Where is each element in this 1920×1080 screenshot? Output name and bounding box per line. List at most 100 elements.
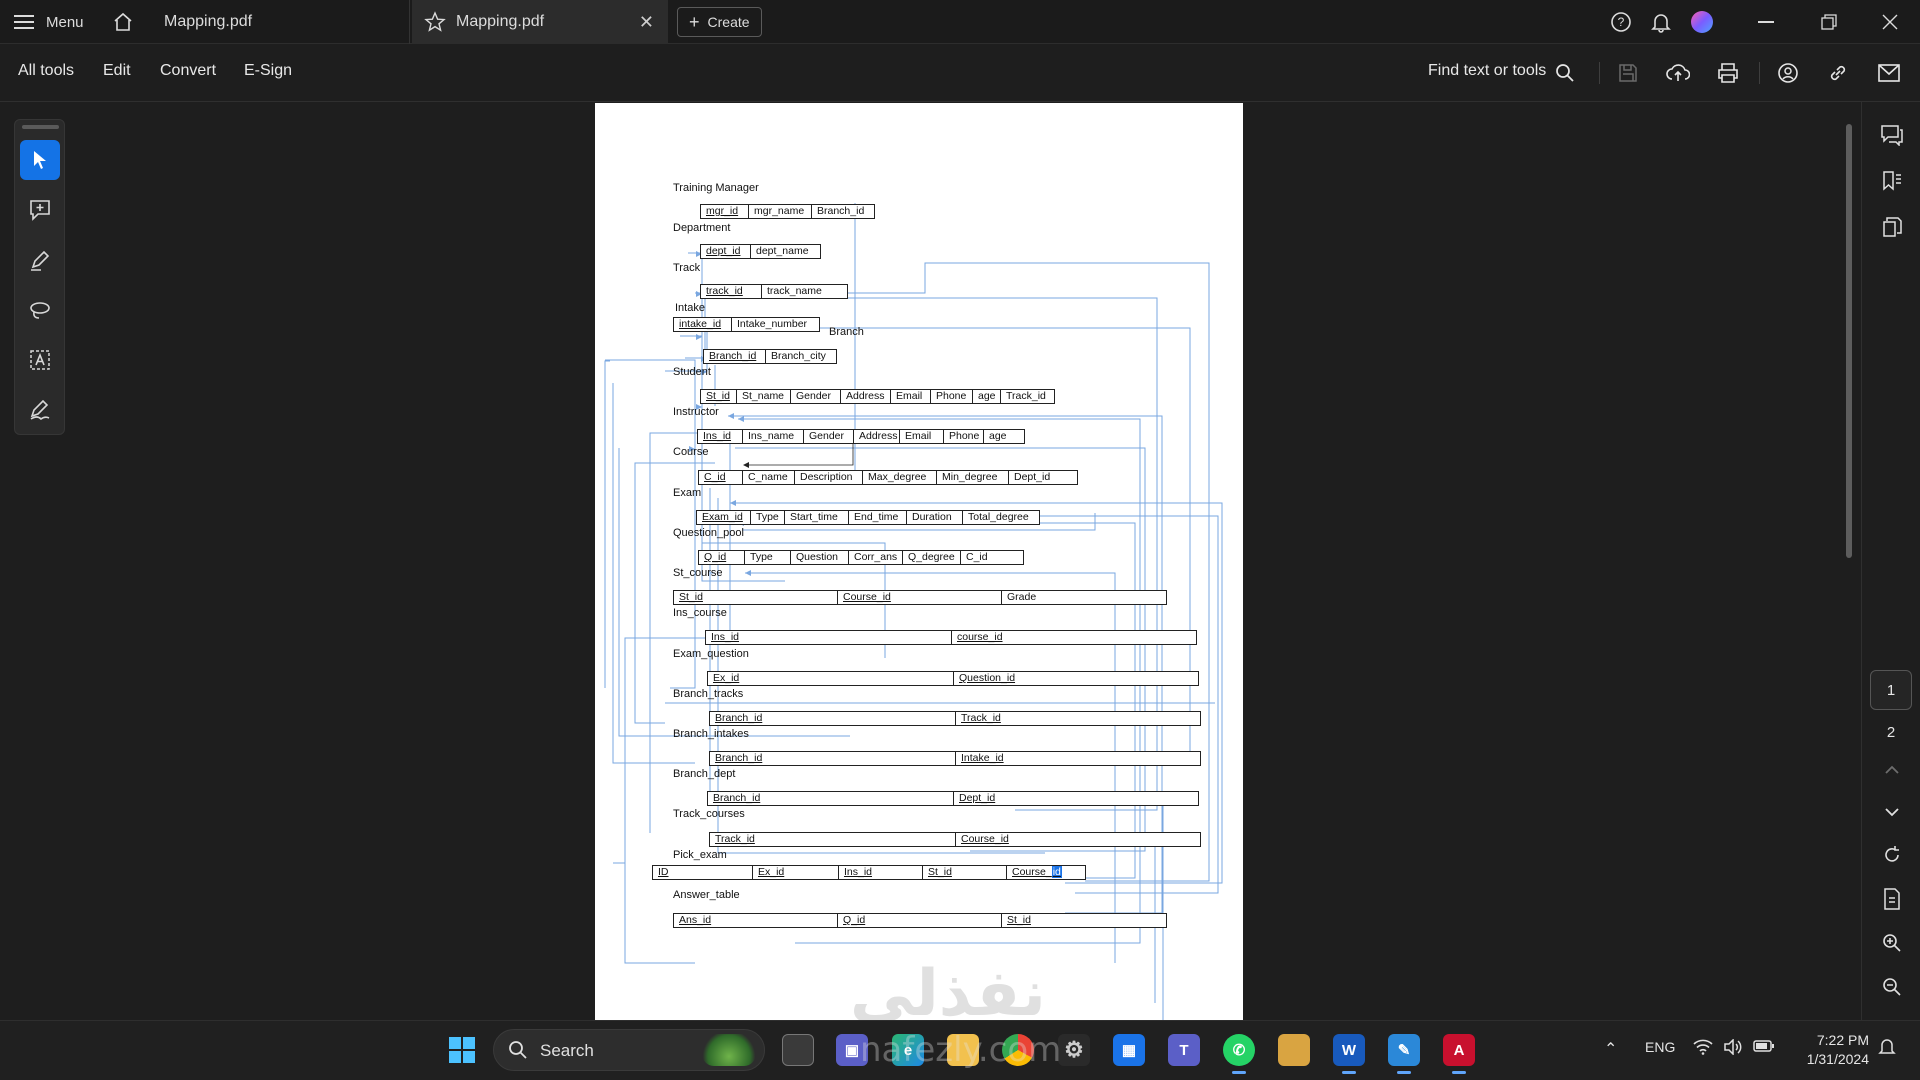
- volume-icon[interactable]: [1723, 1038, 1743, 1058]
- table-cell: Ans_id: [674, 914, 838, 927]
- select-tool-button[interactable]: [20, 140, 60, 180]
- text-tool-button[interactable]: [20, 340, 60, 380]
- create-label: Create: [707, 14, 750, 30]
- rotate-icon[interactable]: [1879, 842, 1905, 868]
- table-cell: age: [973, 390, 1001, 403]
- highlight-tool-button[interactable]: [20, 240, 60, 280]
- table-cell: Ex_id: [753, 866, 839, 879]
- table-cell: dept_name: [756, 245, 809, 257]
- page-down-icon[interactable]: [1879, 799, 1905, 825]
- add-comment-button[interactable]: [20, 190, 60, 230]
- battery-icon[interactable]: [1753, 1039, 1775, 1056]
- bell-icon[interactable]: [1649, 10, 1673, 34]
- settings-gear-icon[interactable]: ⚙: [1058, 1034, 1090, 1066]
- menu-e-sign[interactable]: E-Sign: [244, 62, 292, 80]
- label-exam: Exam: [673, 487, 702, 499]
- home-button[interactable]: [110, 0, 136, 44]
- wifi-icon[interactable]: [1693, 1039, 1713, 1058]
- draw-tool-button[interactable]: [20, 290, 60, 330]
- table-cell: St_name: [737, 390, 791, 403]
- star-icon[interactable]: [424, 11, 446, 33]
- microsoft-store-icon[interactable]: ▦: [1113, 1034, 1145, 1066]
- tray-chevron-icon[interactable]: ⌃: [1604, 1039, 1617, 1059]
- find-text-or-tools[interactable]: Find text or tools: [1428, 62, 1546, 80]
- windows-start-icon[interactable]: [446, 1034, 478, 1066]
- help-icon[interactable]: ?: [1609, 10, 1633, 34]
- taskbar-search[interactable]: Search: [493, 1029, 765, 1071]
- print-icon[interactable]: [1715, 60, 1741, 86]
- table-cell: Dept_id: [1014, 471, 1051, 483]
- search-icon: [509, 1041, 527, 1059]
- acrobat-icon[interactable]: A: [1443, 1034, 1475, 1074]
- table-cell: Max_degree: [863, 471, 937, 484]
- whatsapp-icon[interactable]: ✆: [1223, 1034, 1255, 1074]
- fit-page-icon[interactable]: [1879, 886, 1905, 912]
- table-cell: Ins_id: [698, 430, 743, 443]
- menu-convert[interactable]: Convert: [160, 62, 216, 80]
- page-number-2[interactable]: 2: [1870, 712, 1912, 752]
- table-cell: Q_id: [699, 551, 745, 564]
- link-icon[interactable]: [1825, 60, 1851, 86]
- table-cell: Branch_city: [771, 350, 826, 362]
- create-button[interactable]: + Create: [677, 7, 762, 37]
- word-icon[interactable]: W: [1333, 1034, 1365, 1074]
- table-cell: Branch_id: [704, 350, 766, 363]
- table-cell: dept_id: [701, 245, 751, 258]
- rail-grip[interactable]: [22, 125, 59, 129]
- table-cell: Dept_id: [959, 792, 996, 804]
- tab-mapping-1[interactable]: Mapping.pdf: [146, 0, 410, 44]
- table-track: track_id track_name: [700, 284, 848, 299]
- label-pick-exam: Pick_exam: [673, 849, 727, 861]
- vertical-scrollbar[interactable]: [1846, 124, 1852, 558]
- avatar[interactable]: [1690, 10, 1714, 34]
- selected-text[interactable]: id: [1051, 866, 1062, 878]
- watermark-site: nafezly.com: [860, 1030, 1062, 1070]
- notification-icon[interactable]: [1878, 1037, 1896, 1060]
- sign-tool-button[interactable]: [20, 390, 60, 430]
- table-question-pool: Q_id Type Question Corr_ans Q_degree C_i…: [698, 550, 1024, 565]
- table-exam: Exam_id Type Start_time End_time Duratio…: [696, 510, 1040, 525]
- table-cell: Ins_name: [743, 430, 804, 443]
- minimize-icon[interactable]: [1754, 10, 1778, 34]
- table-cell: mgr_id: [701, 205, 749, 218]
- clock-date: 1/31/2024: [1806, 1051, 1869, 1067]
- task-view-icon[interactable]: [782, 1034, 814, 1066]
- menu-edit[interactable]: Edit: [103, 62, 131, 80]
- search-icon[interactable]: [1552, 60, 1578, 86]
- paint-icon[interactable]: ✎: [1388, 1034, 1420, 1074]
- zoom-in-icon[interactable]: [1879, 930, 1905, 956]
- page-number-1[interactable]: 1: [1870, 670, 1912, 710]
- close-window-icon[interactable]: [1878, 10, 1902, 34]
- language-indicator[interactable]: ENG: [1645, 1039, 1675, 1055]
- share-user-icon[interactable]: [1775, 60, 1801, 86]
- table-cell: Address: [841, 390, 891, 403]
- teams-icon[interactable]: T: [1168, 1034, 1200, 1066]
- table-instructor: Ins_id Ins_name Gender Address Email Pho…: [697, 429, 1025, 444]
- zoom-out-icon[interactable]: [1879, 974, 1905, 1000]
- table-cell: ID: [653, 866, 753, 879]
- label-course: Course: [673, 446, 709, 458]
- upload-cloud-icon[interactable]: [1665, 60, 1691, 86]
- table-cell: Type: [745, 551, 791, 564]
- table-branch-tracks: Branch_id Track_id: [709, 711, 1201, 726]
- table-cell: Exam_id: [697, 511, 751, 524]
- email-icon[interactable]: [1876, 60, 1902, 86]
- photo-editor-icon[interactable]: [1278, 1034, 1310, 1066]
- table-student: St_id St_name Gender Address Email Phone…: [700, 389, 1055, 404]
- pdf-page[interactable]: Training Manager Department Track Intake…: [595, 103, 1243, 1021]
- pages-thumbnails-icon[interactable]: [1879, 214, 1905, 240]
- page-up-icon[interactable]: [1879, 757, 1905, 783]
- comments-panel-icon[interactable]: [1879, 122, 1905, 148]
- table-st-course: St_id Course_id Grade: [673, 590, 1167, 605]
- save-icon[interactable]: [1615, 60, 1641, 86]
- menu-all-tools[interactable]: All tools: [18, 62, 74, 80]
- system-clock[interactable]: 7:22 PM 1/31/2024: [1795, 1031, 1869, 1069]
- search-label: Search: [540, 1041, 594, 1060]
- tab-label: Mapping.pdf: [456, 13, 545, 30]
- restore-icon[interactable]: [1817, 10, 1841, 34]
- close-tab-icon[interactable]: ✕: [639, 12, 654, 33]
- label-branch-intakes: Branch_intakes: [673, 728, 749, 740]
- tab-mapping-2-active[interactable]: Mapping.pdf ✕: [412, 0, 668, 44]
- bookmarks-icon[interactable]: [1879, 168, 1905, 194]
- menu-button[interactable]: Menu: [14, 0, 84, 44]
